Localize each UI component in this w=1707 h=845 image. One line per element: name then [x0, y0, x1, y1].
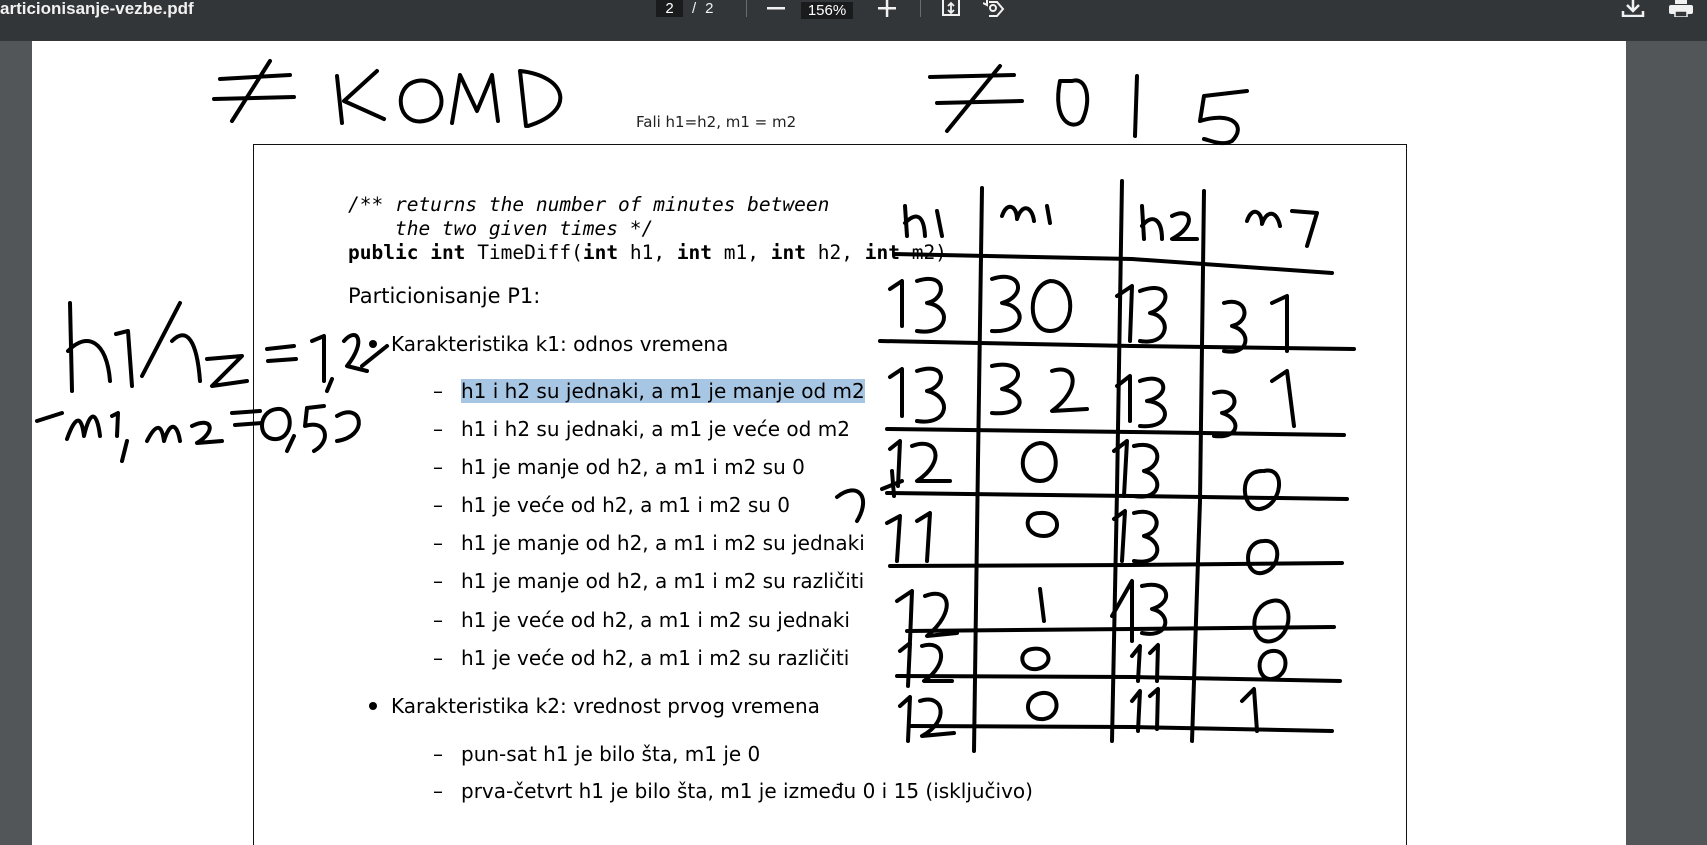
- rotate-icon: [983, 0, 1005, 17]
- ink-word-komb: [335, 69, 563, 128]
- minus-icon: [767, 6, 785, 9]
- download-icon: [1621, 0, 1645, 17]
- toolbar-divider: [746, 0, 747, 17]
- pdf-page: Fali h1=h2, m1 = m2 /** returns the numb…: [32, 41, 1626, 845]
- characteristic-title: Karakteristika k1: odnos vremena: [391, 332, 729, 356]
- highlighted-text[interactable]: h1 i h2 su jednaki, a m1 je manje od m2: [461, 379, 865, 403]
- page-navigator: 2 / 2: [656, 0, 714, 17]
- pdf-toolbar: articionisanje-vezbe.pdf 2 / 2 156%: [0, 0, 1707, 41]
- plus-icon: [878, 0, 896, 17]
- print-icon: [1669, 0, 1693, 17]
- zoom-level-input[interactable]: 156%: [801, 2, 853, 19]
- zoom-out-button[interactable]: [765, 0, 787, 17]
- list-item: – h1 je veće od h2, a m1 i m2 su 0: [433, 493, 791, 517]
- list-item: – pun-sat h1 je bilo šta, m1 je 0: [433, 742, 761, 766]
- fit-page-icon: [942, 0, 960, 16]
- list-item: – h1 je manje od h2, a m1 i m2 su različi…: [433, 569, 865, 593]
- zoom-in-button[interactable]: [876, 0, 898, 17]
- code-keyword: int: [676, 241, 713, 264]
- list-item-text: h1 je manje od h2, a m1 i m2 su 0: [461, 455, 805, 479]
- bullet-dot: [369, 701, 377, 710]
- rotate-button[interactable]: [983, 0, 1005, 17]
- list-item-text: h1 je veće od h2, a m1 i m2 su jednaki: [461, 608, 850, 632]
- characteristic-k1: Karakteristika k1: odnos vremena: [369, 332, 728, 356]
- code-keyword: int: [864, 241, 900, 264]
- ink-not-equal-sign: [212, 59, 296, 123]
- list-item: – h1 je manje od h2, a m1 i m2 su jednaki: [433, 531, 865, 555]
- code-comment-text: /** returns the number of minutes betwee…: [348, 193, 830, 216]
- list-item-text: h1 je manje od h2, a m1 i m2 su jednaki: [461, 531, 865, 555]
- list-item-text: h1 je veće od h2, a m1 i m2 su različiti: [461, 646, 850, 670]
- code-comment-line-2: the two given times */: [348, 217, 653, 240]
- print-button[interactable]: [1666, 0, 1696, 17]
- code-function-name: TimeDiff(: [477, 241, 583, 264]
- page-total: 2: [705, 0, 714, 17]
- code-param: h1,: [629, 241, 677, 264]
- section-heading: Particionisanje P1:: [348, 284, 541, 308]
- page-number-input[interactable]: 2: [656, 0, 683, 17]
- list-item: – h1 je veće od h2, a m1 i m2 su jednaki: [433, 608, 850, 632]
- list-item-text: h1 je veće od h2, a m1 i m2 su 0: [461, 493, 791, 517]
- document-title: articionisanje-vezbe.pdf: [0, 0, 194, 18]
- list-item-text: h1 i h2 su jednaki, a m1 je veće od m2: [461, 417, 850, 441]
- download-button[interactable]: [1618, 0, 1648, 17]
- list-item: – prva-četvrt h1 je bilo šta, m1 je izmeđ…: [433, 779, 1033, 803]
- list-item: – h1 je veće od h2, a m1 i m2 su različit…: [433, 646, 850, 670]
- code-comment-text: the two given times */: [348, 217, 654, 240]
- characteristic-k2: Karakteristika k2: vrednost prvog vremen…: [369, 694, 820, 718]
- list-item: – h1 i h2 su jednaki, a m1 je manje od m2: [433, 379, 865, 403]
- annotation-note: Fali h1=h2, m1 = m2: [636, 113, 797, 131]
- list-item-text: pun-sat h1 je bilo šta, m1 je 0: [461, 742, 761, 766]
- list-item: – h1 je manje od h2, a m1 i m2 su 0: [433, 455, 805, 479]
- code-keyword: int: [582, 241, 619, 264]
- code-param: m1,: [723, 241, 771, 264]
- code-keyword: int: [430, 241, 466, 264]
- toolbar-divider: [920, 0, 921, 17]
- code-comment-line-1: /** returns the number of minutes betwee…: [348, 193, 829, 216]
- code-keyword: int: [770, 241, 806, 264]
- code-signature: public int TimeDiff(int h1, int m1, int …: [348, 241, 947, 264]
- bullet-dot: [369, 339, 377, 348]
- page-separator: /: [692, 0, 697, 17]
- slide-frame: /** returns the number of minutes betwee…: [253, 144, 1407, 845]
- ink-not-equal-015: [928, 64, 1249, 146]
- code-keyword: public: [348, 241, 419, 264]
- fit-to-page-button[interactable]: [940, 0, 962, 17]
- characteristic-title: Karakteristika k2: vrednost prvog vremen…: [391, 694, 820, 718]
- code-param: m2): [911, 241, 947, 264]
- list-item-text: prva-četvrt h1 je bilo šta, m1 je između…: [461, 779, 1033, 803]
- code-param: h2,: [817, 241, 865, 264]
- list-item-text: h1 je manje od h2, a m1 i m2 su različit…: [461, 569, 865, 593]
- list-item: – h1 i h2 su jednaki, a m1 je veće od m2: [433, 417, 850, 441]
